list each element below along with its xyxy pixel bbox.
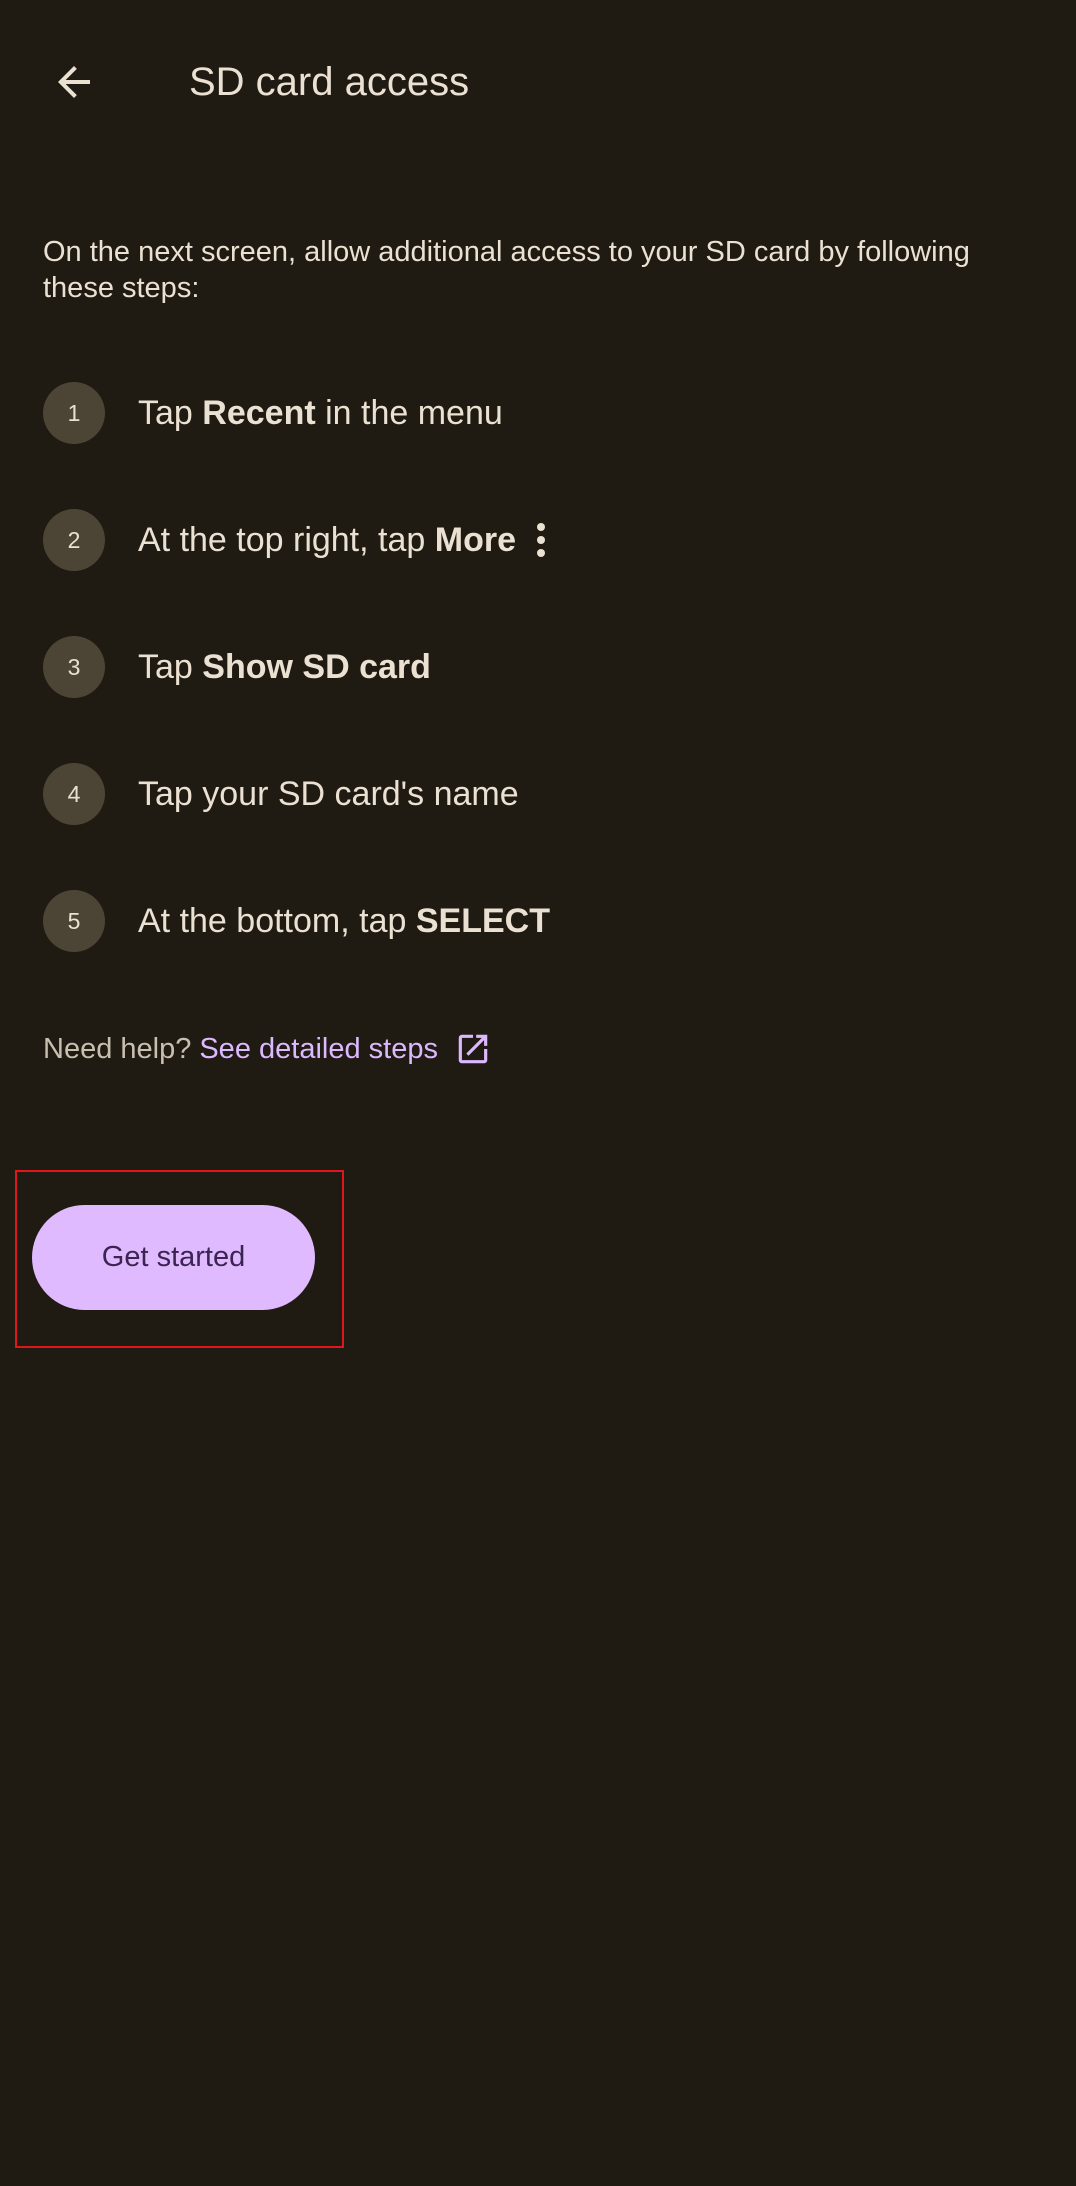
see-detailed-steps-link[interactable]: See detailed steps xyxy=(199,1030,492,1068)
page-title: SD card access xyxy=(189,60,470,104)
step-number-badge: 3 xyxy=(43,636,105,698)
step-number-badge: 1 xyxy=(43,382,105,444)
step-text-plain: in the menu xyxy=(325,393,503,432)
top-app-bar: SD card access xyxy=(0,0,1076,168)
step-number-badge: 4 xyxy=(43,763,105,825)
step-text-plain: At the bottom, tap xyxy=(138,901,407,940)
step-text: Tap Show SD card xyxy=(138,636,431,698)
intro-text: On the next screen, allow additional acc… xyxy=(43,236,970,304)
step-text-plain: Tap your SD card's name xyxy=(138,774,519,813)
step-item-1: 1 Tap Recent in the menu xyxy=(43,382,1043,509)
step-text-bold: More xyxy=(434,520,516,559)
step-text-bold: Recent xyxy=(202,393,316,432)
steps-list: 1 Tap Recent in the menu 2 At the top ri… xyxy=(43,382,1043,1017)
step-item-4: 4 Tap your SD card's name xyxy=(43,763,1043,890)
help-link-label: See detailed steps xyxy=(199,1032,438,1065)
step-text-bold: Show SD card xyxy=(202,647,431,686)
step-text-plain: At the top right, tap xyxy=(138,520,426,559)
step-text-bold: SELECT xyxy=(415,901,550,940)
open-in-new-icon xyxy=(454,1030,492,1068)
step-item-3: 3 Tap Show SD card xyxy=(43,636,1043,763)
step-item-2: 2 At the top right, tap More xyxy=(43,509,1043,636)
help-row: Need help? See detailed steps xyxy=(43,1027,492,1071)
step-text: At the top right, tap More xyxy=(138,509,548,571)
step-text-plain: Tap xyxy=(138,393,193,432)
step-text: At the bottom, tap SELECT xyxy=(138,890,550,952)
step-text: Tap Recent in the menu xyxy=(138,382,503,444)
step-number-badge: 2 xyxy=(43,509,105,571)
get-started-button[interactable]: Get started xyxy=(32,1205,315,1310)
step-text-plain: Tap xyxy=(138,647,193,686)
more-vert-icon xyxy=(534,522,548,558)
step-number-badge: 5 xyxy=(43,890,105,952)
back-button[interactable] xyxy=(38,46,110,118)
help-prefix: Need help? xyxy=(43,1032,192,1065)
arrow-back-icon xyxy=(58,66,90,98)
step-item-5: 5 At the bottom, tap SELECT xyxy=(43,890,1043,1017)
step-text: Tap your SD card's name xyxy=(138,763,519,825)
